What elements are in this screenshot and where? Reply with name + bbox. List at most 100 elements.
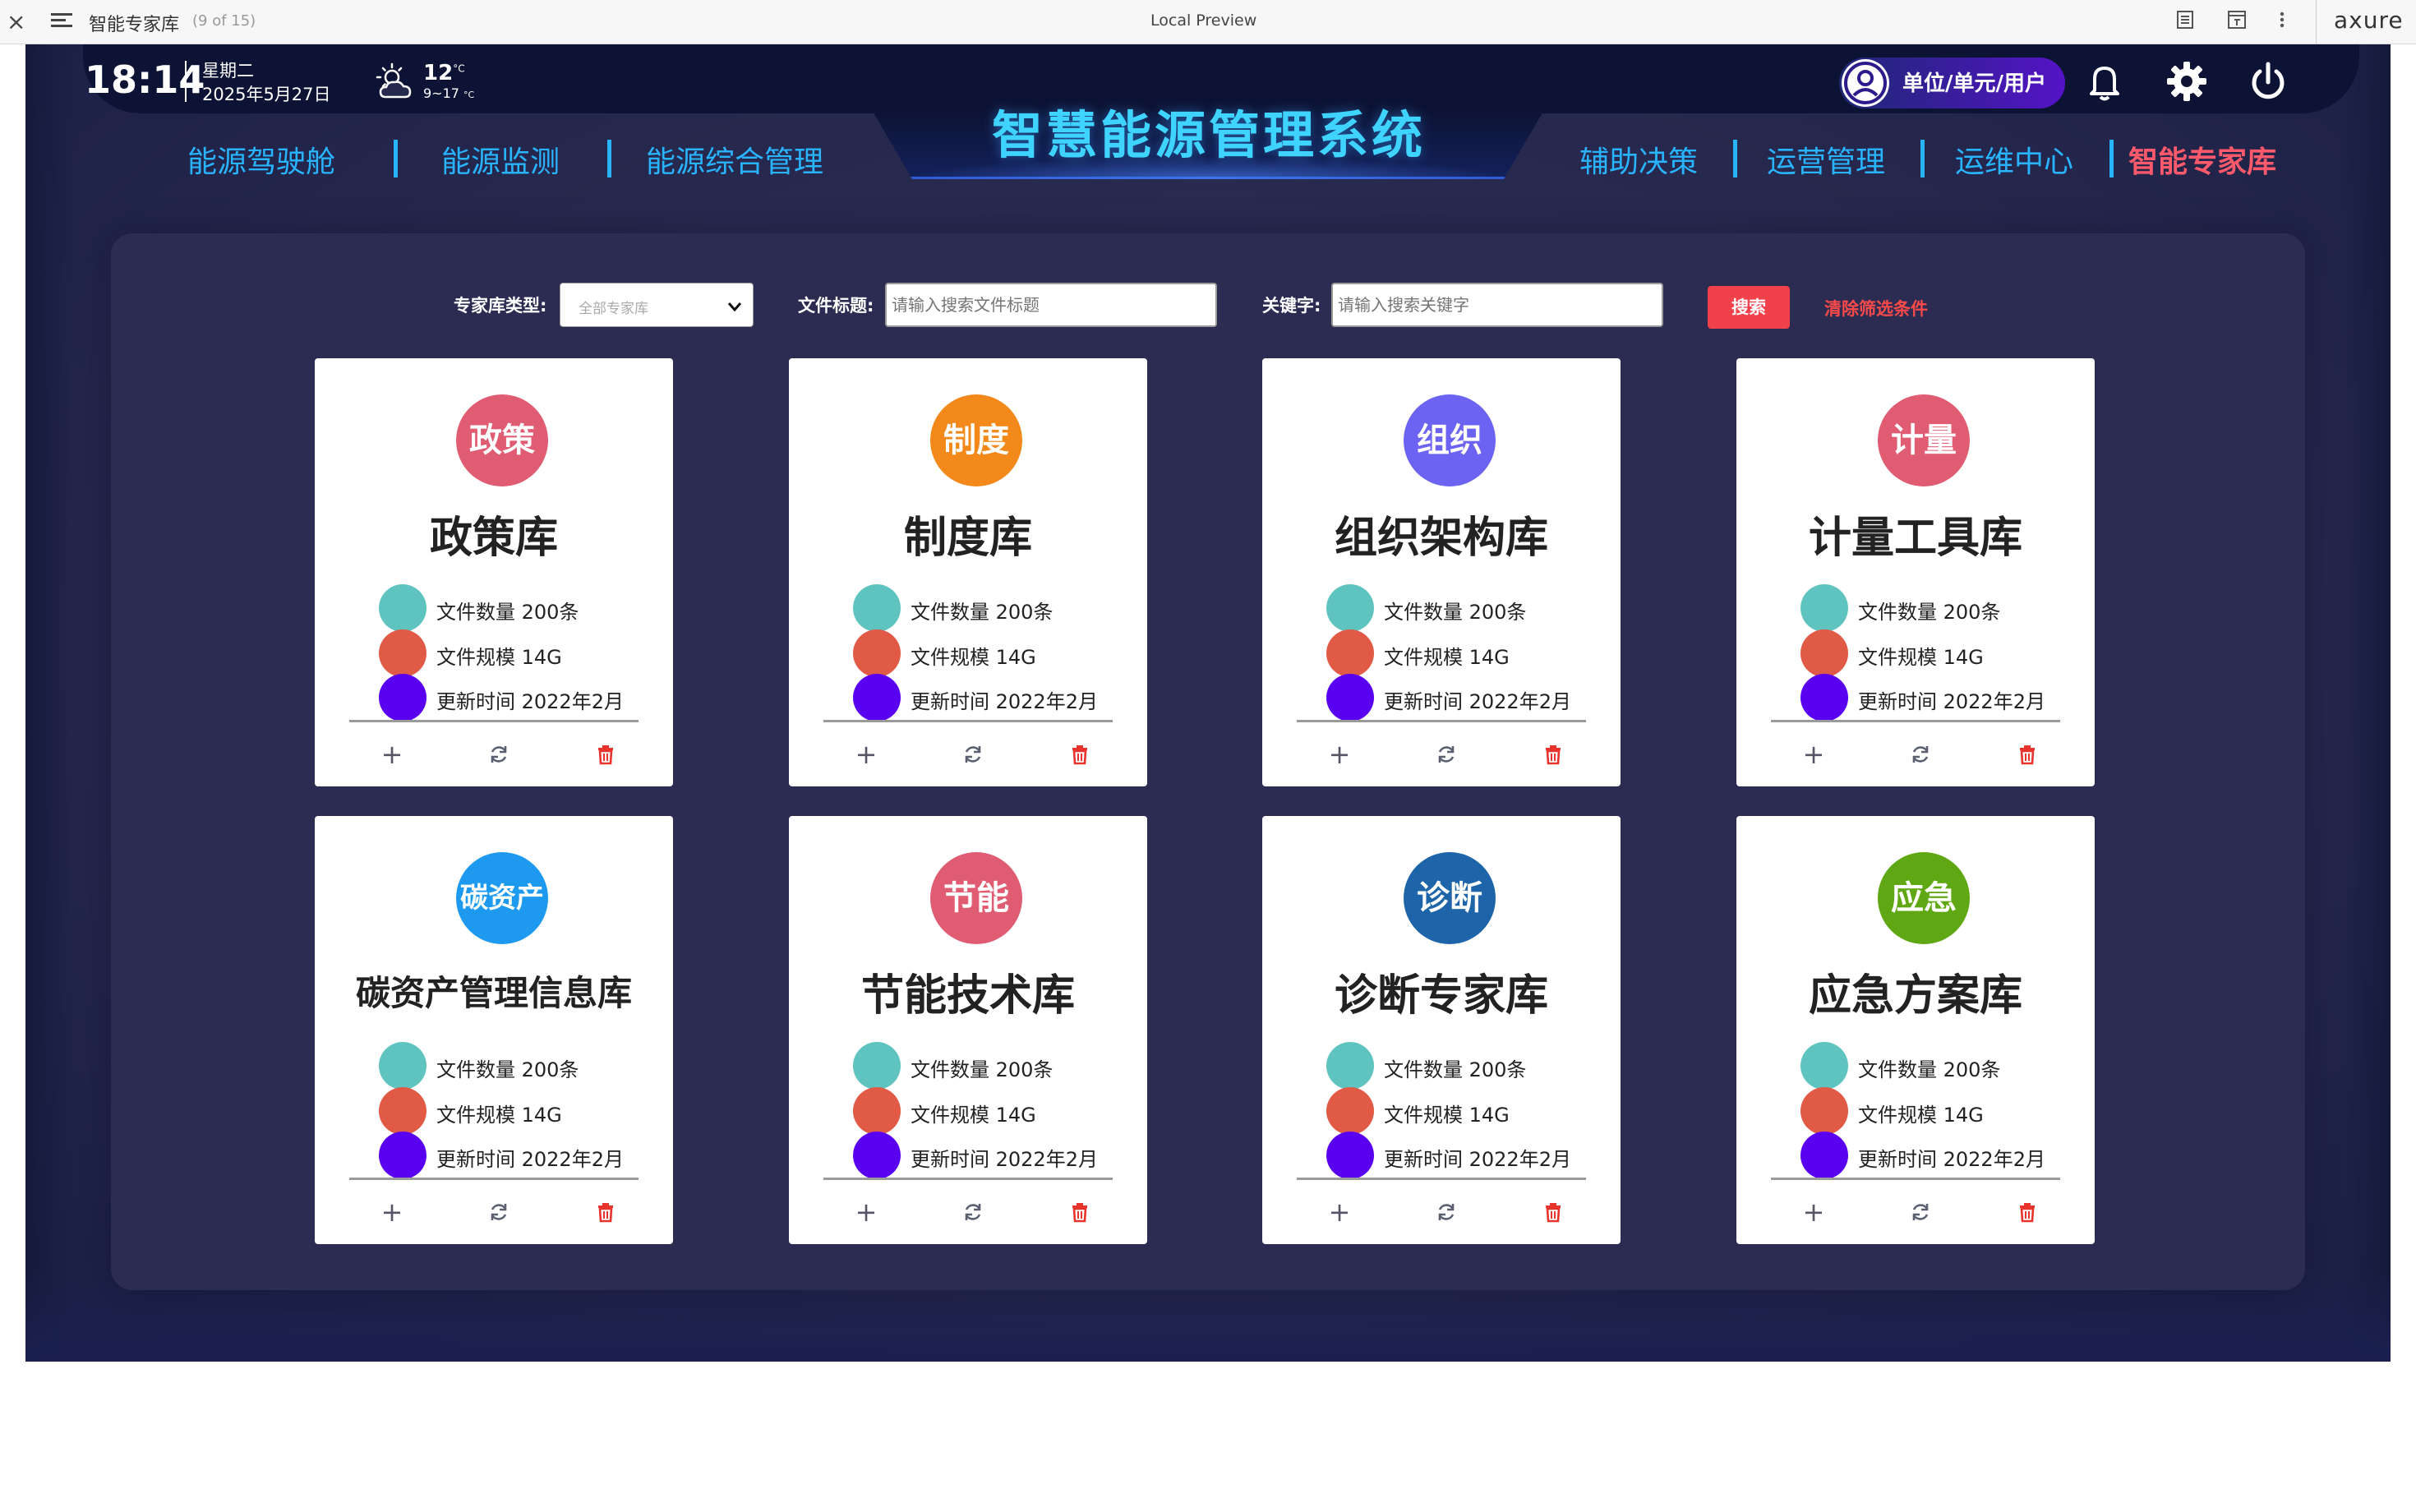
page-count: (9 of 15) [192,12,256,30]
nav-separator [1733,140,1737,177]
add-icon[interactable]: + [1799,740,1828,769]
add-icon[interactable]: + [851,740,881,769]
card-divider [349,720,639,722]
refresh-icon[interactable] [1432,1197,1461,1227]
card-divider [823,720,1113,722]
refresh-icon[interactable] [484,1197,514,1227]
library-badge: 制度 [930,394,1022,486]
bell-icon[interactable] [2081,58,2128,105]
card-divider [1297,1178,1586,1180]
nav-item-energy-management[interactable]: 能源综合管理 [646,138,823,181]
stat-text: 文件数量 200条 [1384,601,1527,624]
stat-text: 文件数量 200条 [911,601,1054,624]
page-name: 智能专家库 [89,15,180,35]
stat-text: 文件数量 200条 [1858,1058,2001,1081]
add-icon[interactable]: + [377,740,407,769]
keyword-label: 关键字: [1262,296,1321,316]
library-badge: 计量 [1878,394,1970,486]
temperature-range: 9~17 °C [423,85,475,101]
trash-icon[interactable] [591,740,620,769]
library-type-label: 专家库类型: [454,296,547,316]
trash-icon[interactable] [1065,1197,1095,1227]
stat-text: 更新时间 2022年2月 [1384,1148,1571,1171]
nav-item-maintenance-center[interactable]: 运维中心 [1955,138,2073,181]
trash-icon[interactable] [1065,740,1095,769]
library-type-select[interactable]: 全部专家库 [560,283,754,327]
user-label[interactable]: 单位/单元/用户 [1902,67,2046,97]
nav-item-energy-cockpit[interactable]: 能源驾驶舱 [187,138,335,181]
refresh-icon[interactable] [958,740,988,769]
trash-icon[interactable] [2013,740,2042,769]
notes-icon[interactable] [2176,10,2194,31]
trash-icon[interactable] [591,1197,620,1227]
refresh-icon[interactable] [958,1197,988,1227]
temperature: 12°C [423,61,465,85]
stat-dot-icon [379,1132,426,1179]
stat-dot-icon [379,1042,426,1090]
stat-text: 文件数量 200条 [911,1058,1054,1081]
stat-text: 文件规模 14G [1384,646,1510,669]
hamburger-menu-icon[interactable] [51,10,72,31]
library-card[interactable]: 碳资产 碳资产管理信息库 文件数量 200条 文件规模 14G 更新时间 2022年2月… [315,816,673,1244]
clear-filters-link[interactable]: 清除筛选条件 [1824,296,1928,320]
stat-text: 更新时间 2022年2月 [436,1148,624,1171]
trash-icon[interactable] [1538,740,1568,769]
gear-icon[interactable] [2163,58,2211,105]
library-card[interactable]: 节能 节能技术库 文件数量 200条 文件规模 14G 更新时间 2022年2月 + [789,816,1147,1244]
refresh-icon[interactable] [1432,740,1461,769]
file-title-input[interactable] [885,283,1217,327]
stat-dot-icon [1800,1042,1848,1090]
stat-text: 更新时间 2022年2月 [1384,690,1571,713]
stat-text: 文件规模 14G [1384,1104,1510,1127]
add-icon[interactable]: + [1325,740,1354,769]
inspect-icon[interactable] [2227,10,2246,31]
add-icon[interactable]: + [1799,1197,1828,1227]
nav-item-expert-library[interactable]: 智能专家库 [2128,138,2276,181]
search-button[interactable]: 搜索 [1708,286,1790,329]
add-icon[interactable]: + [1325,1197,1354,1227]
stat-text: 文件规模 14G [911,1104,1036,1127]
stat-dot-icon [379,674,426,721]
stat-text: 文件规模 14G [436,646,562,669]
add-icon[interactable]: + [377,1197,407,1227]
library-title: 应急方案库 [1808,971,2022,1021]
nav-item-energy-monitoring[interactable]: 能源监测 [441,138,560,181]
refresh-icon[interactable] [1906,1197,1935,1227]
chevron-down-icon [726,292,743,320]
library-title: 制度库 [903,514,1032,563]
library-title: 碳资产管理信息库 [355,973,632,1013]
library-card[interactable]: 应急 应急方案库 文件数量 200条 文件规模 14G 更新时间 2022年2月 + [1736,816,2095,1244]
library-card[interactable]: 政策 政策库 文件数量 200条 文件规模 14G 更新时间 2022年2月 + [315,358,673,786]
nav-separator [1920,140,1925,177]
browser-toolbar: × 智能专家库 (9 of 15) Local Preview axure [0,0,2416,44]
refresh-icon[interactable] [484,740,514,769]
nav-item-decision-support[interactable]: 辅助决策 [1579,138,1698,181]
nav-item-operation-management[interactable]: 运营管理 [1767,138,1885,181]
keyword-input[interactable] [1331,283,1663,327]
library-badge: 诊断 [1404,852,1496,944]
more-options-icon[interactable] [2278,10,2296,31]
axure-logo: axure [2334,7,2404,34]
trash-icon[interactable] [2013,1197,2042,1227]
stat-text: 更新时间 2022年2月 [1858,690,2045,713]
stat-dot-icon [379,584,426,632]
stat-dot-icon [1326,584,1374,632]
clock-divider [185,61,187,102]
stat-text: 文件数量 200条 [1384,1058,1527,1081]
power-icon[interactable] [2244,58,2292,105]
library-card[interactable]: 计量 计量工具库 文件数量 200条 文件规模 14G 更新时间 2022年2月 + [1736,358,2095,786]
add-icon[interactable]: + [851,1197,881,1227]
close-icon[interactable]: × [7,8,25,35]
library-card[interactable]: 组织 组织架构库 文件数量 200条 文件规模 14G 更新时间 2022年2月 + [1262,358,1621,786]
stat-dot-icon [1326,1132,1374,1179]
library-badge: 应急 [1878,852,1970,944]
user-avatar-icon[interactable] [1842,59,1889,107]
library-card[interactable]: 制度 制度库 文件数量 200条 文件规模 14G 更新时间 2022年2月 + [789,358,1147,786]
card-divider [349,1178,639,1180]
library-title: 节能技术库 [860,971,1075,1021]
library-title: 组织架构库 [1334,514,1548,563]
library-card[interactable]: 诊断 诊断专家库 文件数量 200条 文件规模 14G 更新时间 2022年2月 + [1262,816,1621,1244]
refresh-icon[interactable] [1906,740,1935,769]
stat-text: 文件数量 200条 [1858,601,2001,624]
trash-icon[interactable] [1538,1197,1568,1227]
